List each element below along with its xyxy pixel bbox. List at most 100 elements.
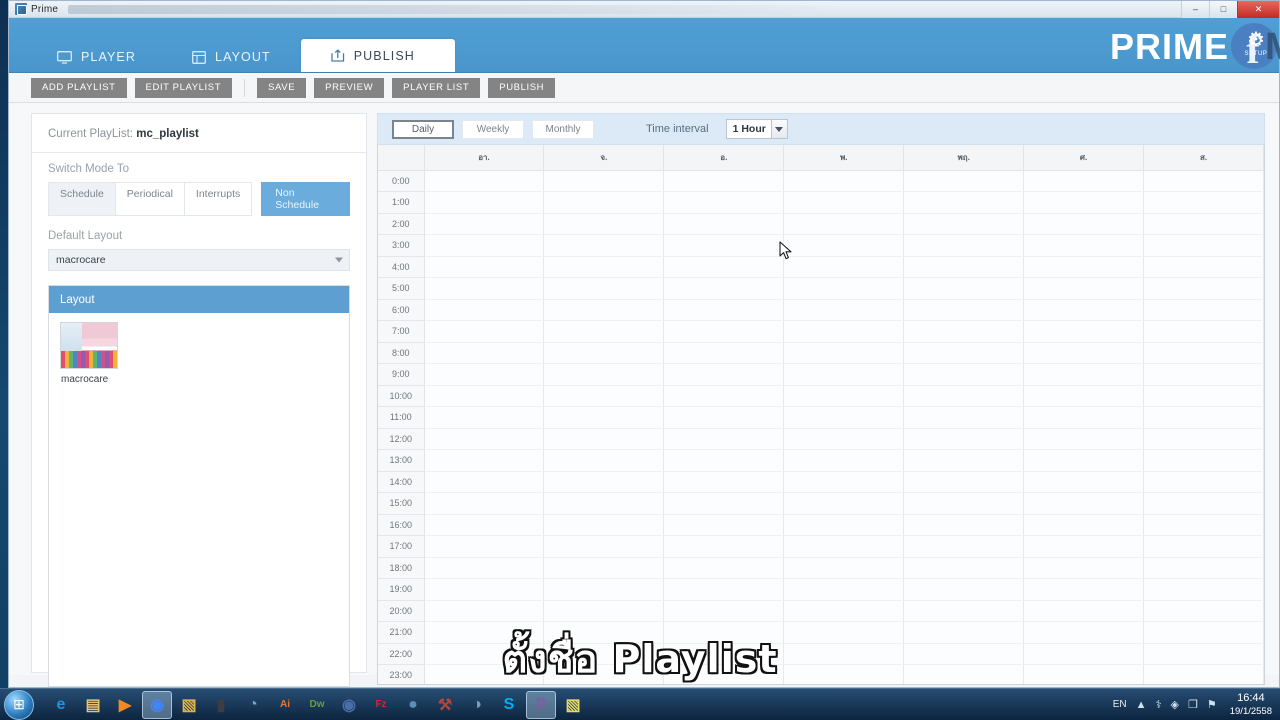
publish-button[interactable]: PUBLISH bbox=[488, 77, 556, 98]
schedule-slot-cell[interactable] bbox=[783, 170, 905, 192]
schedule-slot-cell[interactable] bbox=[903, 277, 1025, 300]
schedule-slot-cell[interactable] bbox=[903, 428, 1025, 450]
schedule-slot-cell[interactable] bbox=[783, 234, 905, 257]
schedule-slot-cell[interactable] bbox=[903, 535, 1025, 558]
schedule-slot-cell[interactable] bbox=[543, 342, 665, 364]
schedule-slot-cell[interactable] bbox=[1143, 170, 1264, 192]
schedule-slot-cell[interactable] bbox=[543, 535, 665, 558]
schedule-slot-cell[interactable] bbox=[903, 299, 1025, 321]
schedule-grid-container[interactable]: อา. จ. อ. พ. พฤ. ศ. ส. 0:00 1:00 2:00 3:00 4… bbox=[377, 145, 1265, 685]
start-button-icon[interactable]: ⊞ bbox=[4, 689, 34, 720]
schedule-slot-cell[interactable] bbox=[1023, 406, 1145, 429]
schedule-slot-cell[interactable] bbox=[1143, 471, 1264, 493]
schedule-slot-cell[interactable] bbox=[424, 406, 545, 429]
view-button-weekly[interactable]: Weekly bbox=[462, 119, 524, 139]
schedule-slot-cell[interactable] bbox=[783, 299, 905, 321]
schedule-slot-cell[interactable] bbox=[663, 299, 785, 321]
schedule-slot-cell[interactable] bbox=[783, 449, 905, 472]
language-indicator[interactable]: EN bbox=[1113, 699, 1127, 710]
schedule-slot-cell[interactable] bbox=[663, 471, 785, 493]
google-chrome-icon[interactable]: ◉ bbox=[142, 690, 172, 719]
schedule-slot-cell[interactable] bbox=[543, 234, 665, 257]
tab-publish[interactable]: PUBLISH bbox=[300, 39, 455, 72]
schedule-slot-cell[interactable] bbox=[543, 600, 665, 622]
schedule-slot-cell[interactable] bbox=[1023, 363, 1145, 386]
schedule-slot-cell[interactable] bbox=[783, 406, 905, 429]
preview-button[interactable]: PREVIEW bbox=[314, 77, 385, 98]
mode-button-interrupts[interactable]: Interrupts bbox=[184, 183, 252, 215]
dreamweaver-icon[interactable]: Dw bbox=[302, 691, 332, 719]
schedule-slot-cell[interactable] bbox=[424, 299, 545, 321]
day-header-thu[interactable]: พฤ. bbox=[903, 145, 1025, 171]
add-playlist-button[interactable]: ADD PLAYLIST bbox=[31, 77, 127, 98]
schedule-slot-cell[interactable] bbox=[783, 320, 905, 343]
schedule-slot-cell[interactable] bbox=[663, 600, 785, 622]
schedule-slot-cell[interactable] bbox=[1143, 256, 1264, 278]
schedule-slot-cell[interactable] bbox=[663, 170, 785, 192]
day-header-fri[interactable]: ศ. bbox=[1023, 145, 1145, 171]
schedule-slot-cell[interactable] bbox=[1023, 299, 1145, 321]
day-header-sun[interactable]: อา. bbox=[424, 145, 545, 171]
save-button[interactable]: SAVE bbox=[257, 77, 307, 98]
schedule-slot-cell[interactable] bbox=[1023, 256, 1145, 278]
notes-icon[interactable]: ▧ bbox=[558, 691, 588, 719]
schedule-slot-cell[interactable] bbox=[543, 428, 665, 450]
schedule-slot-cell[interactable] bbox=[543, 363, 665, 386]
schedule-slot-cell[interactable] bbox=[1143, 449, 1264, 472]
schedule-slot-cell[interactable] bbox=[903, 600, 1025, 622]
media-folder-icon[interactable]: ▤ bbox=[78, 691, 108, 719]
schedule-slot-cell[interactable] bbox=[1143, 191, 1264, 214]
schedule-slot-cell[interactable] bbox=[424, 170, 545, 192]
schedule-slot-cell[interactable] bbox=[424, 256, 545, 278]
schedule-slot-cell[interactable] bbox=[543, 256, 665, 278]
schedule-slot-cell[interactable] bbox=[783, 578, 905, 601]
schedule-slot-cell[interactable] bbox=[1023, 191, 1145, 214]
minimize-button[interactable]: – bbox=[1181, 0, 1209, 18]
schedule-slot-cell[interactable] bbox=[1143, 363, 1264, 386]
schedule-slot-cell[interactable] bbox=[1143, 557, 1264, 579]
schedule-slot-cell[interactable] bbox=[543, 557, 665, 579]
schedule-slot-cell[interactable] bbox=[424, 557, 545, 579]
schedule-slot-cell[interactable] bbox=[424, 320, 545, 343]
tab-layout[interactable]: LAYOUT bbox=[166, 42, 301, 72]
schedule-slot-cell[interactable] bbox=[424, 385, 545, 407]
schedule-slot-cell[interactable] bbox=[1023, 342, 1145, 364]
schedule-slot-cell[interactable] bbox=[663, 514, 785, 536]
schedule-slot-cell[interactable] bbox=[783, 213, 905, 235]
schedule-slot-cell[interactable] bbox=[1023, 320, 1145, 343]
schedule-slot-cell[interactable] bbox=[1023, 557, 1145, 579]
day-header-mon[interactable]: จ. bbox=[543, 145, 665, 171]
schedule-slot-cell[interactable] bbox=[1023, 471, 1145, 493]
thunderbird-icon[interactable]: ◔ bbox=[238, 691, 268, 719]
schedule-slot-cell[interactable] bbox=[1143, 492, 1264, 515]
schedule-slot-cell[interactable] bbox=[903, 234, 1025, 257]
mode-button-schedule[interactable]: Schedule bbox=[49, 183, 116, 215]
utility-icon[interactable]: ● bbox=[398, 691, 428, 719]
time-interval-select[interactable]: 1 Hour bbox=[725, 119, 788, 139]
schedule-slot-cell[interactable] bbox=[1023, 492, 1145, 515]
day-header-wed[interactable]: พ. bbox=[783, 145, 905, 171]
internet-explorer-icon[interactable]: e bbox=[46, 691, 76, 719]
nero-icon[interactable]: ◉ bbox=[334, 691, 364, 719]
schedule-slot-cell[interactable] bbox=[543, 514, 665, 536]
schedule-slot-cell[interactable] bbox=[783, 342, 905, 364]
layout-list-item[interactable]: macrocare bbox=[49, 313, 127, 385]
schedule-slot-cell[interactable] bbox=[1143, 514, 1264, 536]
schedule-slot-cell[interactable] bbox=[783, 557, 905, 579]
schedule-slot-cell[interactable] bbox=[903, 363, 1025, 386]
schedule-slot-cell[interactable] bbox=[903, 492, 1025, 515]
schedule-slot-cell[interactable] bbox=[903, 256, 1025, 278]
schedule-slot-cell[interactable] bbox=[543, 578, 665, 601]
schedule-slot-cell[interactable] bbox=[663, 428, 785, 450]
default-layout-select[interactable]: macrocare bbox=[48, 249, 350, 271]
schedule-slot-cell[interactable] bbox=[783, 535, 905, 558]
taskbar-clock[interactable]: 16:44 19/1/2558 bbox=[1226, 691, 1272, 718]
schedule-slot-cell[interactable] bbox=[1023, 514, 1145, 536]
schedule-slot-cell[interactable] bbox=[663, 578, 785, 601]
schedule-slot-cell[interactable] bbox=[1143, 213, 1264, 235]
schedule-slot-cell[interactable] bbox=[424, 578, 545, 601]
schedule-slot-cell[interactable] bbox=[783, 600, 905, 622]
edit-playlist-button[interactable]: EDIT PLAYLIST bbox=[134, 77, 233, 98]
schedule-slot-cell[interactable] bbox=[1023, 428, 1145, 450]
schedule-slot-cell[interactable] bbox=[1143, 578, 1264, 601]
